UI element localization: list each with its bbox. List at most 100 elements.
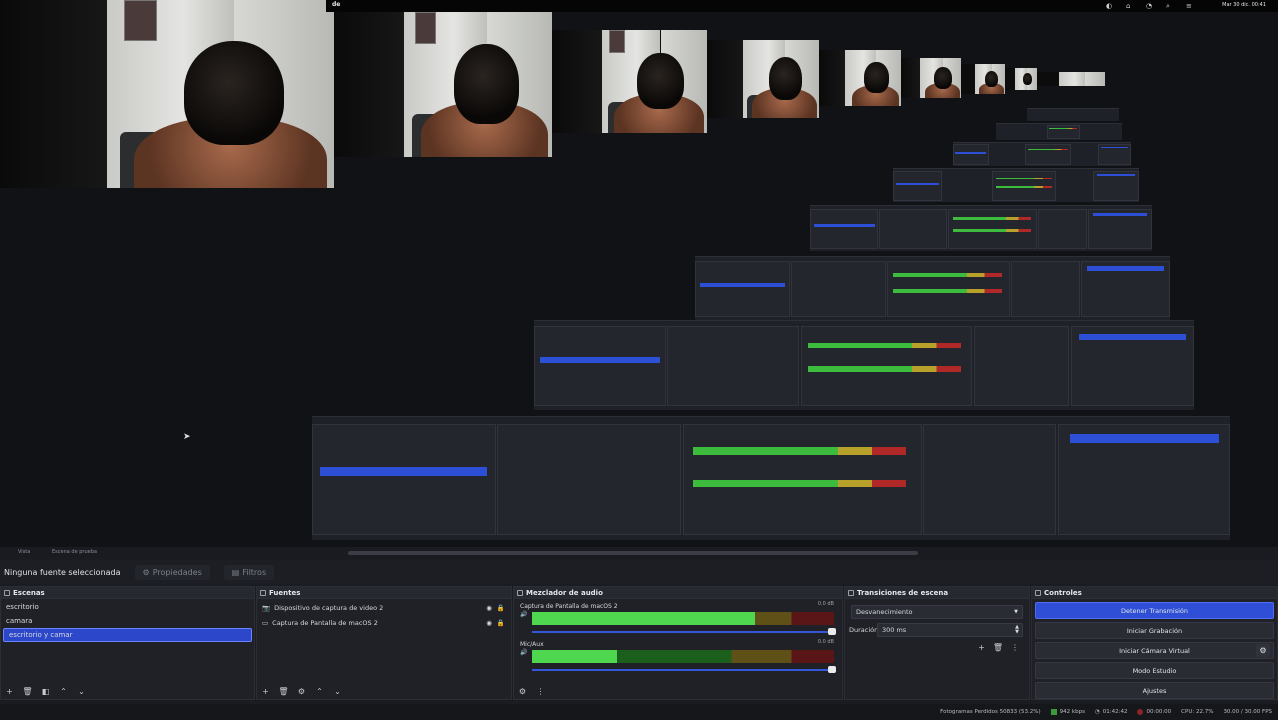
move-down-icon[interactable]: ⌄ — [333, 687, 342, 696]
remove-scene-icon[interactable]: 🗑 — [22, 687, 32, 696]
volume-slider[interactable] — [532, 628, 836, 635]
cpu-usage-text: CPU: 22.7% — [1181, 709, 1214, 715]
settings-label: Ajustes — [1142, 686, 1167, 695]
record-time: 00:00:00 — [1137, 709, 1171, 715]
stop-streaming-button[interactable]: Detener Transmisión — [1035, 602, 1274, 619]
camera-icon: 📷 — [262, 603, 271, 612]
channel-name: Captura de Pantalla de macOS 2 — [520, 603, 618, 610]
audio-meter-level — [532, 619, 756, 625]
sources-dock-footer: + 🗑 ⚙ ⌃ ⌄ — [257, 683, 511, 699]
properties-button-label: Propiedades — [152, 567, 202, 577]
remove-source-icon[interactable]: 🗑 — [278, 687, 288, 696]
properties-button[interactable]: ⚙ Propiedades — [134, 564, 210, 580]
mixer-channel: Captura de Pantalla de macOS 2 0.0 dB 🔊 — [514, 599, 842, 637]
virtual-camera-label: Iniciar Cámara Virtual — [1119, 646, 1190, 655]
filter-icon: ▤ — [231, 567, 240, 577]
volume-slider[interactable] — [532, 666, 836, 673]
source-item-label: Dispositivo de captura de video 2 — [274, 603, 384, 612]
scene-item[interactable]: escritorio — [1, 600, 254, 614]
source-item[interactable]: 📷 Dispositivo de captura de video 2 ◉ 🔒 — [257, 600, 511, 615]
transitions-dock-header: Transiciones de escena — [845, 587, 1029, 599]
webcam-feed — [0, 0, 334, 188]
controls-dock-title: Controles — [1044, 588, 1082, 597]
menubar-app-name: de — [332, 1, 341, 8]
scene-item-label: camara — [6, 617, 33, 625]
move-down-icon[interactable]: ⌄ — [77, 687, 86, 696]
speaker-icon[interactable]: 🔊 — [520, 611, 527, 618]
scene-transitions-dock: Transiciones de escena Desvanecimiento ▼… — [844, 586, 1030, 700]
dock-float-icon[interactable] — [517, 589, 523, 596]
sources-dock: Fuentes 📷 Dispositivo de captura de vide… — [256, 586, 512, 700]
channel-volume-db: 0.0 dB — [817, 601, 834, 607]
source-item[interactable]: ▭ Captura de Pantalla de macOS 2 ◉ 🔒 — [257, 615, 511, 630]
more-options-icon[interactable]: ⋮ — [536, 687, 545, 696]
scene-item-selected[interactable]: escritorio y camar — [3, 628, 252, 642]
recursive-feed-4 — [819, 50, 901, 106]
monitor-icon: ▭ — [262, 618, 269, 627]
controls-dock-header: Controles — [1032, 587, 1277, 599]
studio-mode-button[interactable]: Modo Estudio — [1035, 662, 1274, 679]
start-recording-button[interactable]: Iniciar Grabación — [1035, 622, 1274, 639]
dropped-frames: Fotogramas Perdidos 50833 (53.2%) — [940, 709, 1041, 715]
dock-float-icon[interactable] — [260, 589, 266, 596]
recursive-feed-7 — [1005, 68, 1037, 90]
studio-mode-label: Modo Estudio — [1132, 666, 1177, 675]
audio-meter — [532, 619, 834, 625]
move-up-icon[interactable]: ⌃ — [315, 687, 324, 696]
recursive-obs-dock-4 — [810, 205, 1152, 251]
add-transition-icon[interactable]: + — [978, 643, 985, 652]
more-options-icon[interactable]: ⋮ — [1011, 643, 1019, 652]
transition-select[interactable]: Desvanecimiento ▼ — [851, 605, 1023, 619]
gear-icon[interactable]: ⚙ — [1256, 644, 1270, 657]
source-toolbar: Ninguna fuente seleccionada ⚙ Propiedade… — [0, 560, 1278, 584]
bitrate-text: 942 kbps — [1059, 709, 1085, 715]
controls-dock: Controles Detener Transmisión Iniciar Gr… — [1031, 586, 1278, 700]
settings-button[interactable]: Ajustes — [1035, 682, 1274, 699]
move-up-icon[interactable]: ⌃ — [59, 687, 68, 696]
duration-label: Duración — [849, 626, 879, 634]
source-properties-icon[interactable]: ⚙ — [297, 687, 306, 696]
preview-scroll-strip: Vista Escena de prueba — [0, 548, 1278, 558]
scene-filters-icon[interactable]: ◧ — [41, 687, 50, 696]
channel-name: Mic/Aux — [520, 641, 544, 648]
filters-button[interactable]: ▤ Filtros — [223, 564, 275, 580]
network-status-icon — [1050, 709, 1057, 715]
bitrate: 942 kbps — [1050, 709, 1085, 715]
scene-item-label: escritorio y camar — [9, 631, 73, 639]
scene-item[interactable]: camara — [1, 614, 254, 628]
mixer-dock-footer: ⚙ ⋮ — [514, 683, 842, 699]
visibility-eye-icon[interactable]: ◉ — [486, 604, 492, 612]
speaker-icon[interactable]: 🔊 — [520, 649, 527, 656]
status-bar: Fotogramas Perdidos 50833 (53.2%) 942 kb… — [0, 704, 1278, 720]
stepper-icon[interactable]: ▲ ▼ — [1015, 625, 1019, 635]
preview-canvas[interactable]: de ◐ ⌂ ◔ ⌕ ≡ Mar 30 dic. 00:41 ➤ — [0, 0, 1278, 547]
recursive-obs-dock-2 — [534, 320, 1194, 410]
volume-slider-handle[interactable] — [828, 628, 836, 635]
filters-button-label: Filtros — [242, 567, 267, 577]
recursive-feed-8 — [1037, 72, 1105, 86]
start-recording-label: Iniciar Grabación — [1126, 626, 1183, 635]
cpu-usage: CPU: 22.7% — [1181, 709, 1213, 715]
volume-slider-handle[interactable] — [828, 666, 836, 673]
audio-mixer-dock: Mezclador de audio Captura de Pantalla d… — [513, 586, 843, 700]
dock-float-icon[interactable] — [4, 589, 10, 596]
scene-item-label: escritorio — [6, 603, 39, 611]
breadcrumb-item: Escena de prueba — [52, 549, 97, 555]
add-source-icon[interactable]: + — [261, 687, 270, 696]
visibility-eye-icon[interactable]: ◉ — [486, 619, 492, 627]
duration-input[interactable]: 300 ms ▲ ▼ — [877, 623, 1023, 637]
dock-float-icon[interactable] — [848, 589, 854, 596]
recursive-feed-3 — [707, 40, 819, 118]
wifi-icon: ◔ — [1094, 709, 1100, 715]
horizontal-scrollbar[interactable] — [348, 551, 918, 555]
add-scene-icon[interactable]: + — [5, 687, 14, 696]
mouse-cursor: ➤ — [183, 432, 191, 442]
dock-float-icon[interactable] — [1035, 589, 1041, 596]
duration-value: 300 ms — [882, 626, 907, 634]
channel-volume-db: 0.0 dB — [817, 639, 834, 645]
lock-icon[interactable]: 🔒 — [497, 604, 505, 612]
lock-icon[interactable]: 🔒 — [497, 619, 505, 627]
start-virtual-camera-button[interactable]: Iniciar Cámara Virtual ⚙ — [1035, 642, 1274, 659]
remove-transition-icon[interactable]: 🗑 — [993, 643, 1003, 652]
advanced-audio-icon[interactable]: ⚙ — [518, 687, 527, 696]
